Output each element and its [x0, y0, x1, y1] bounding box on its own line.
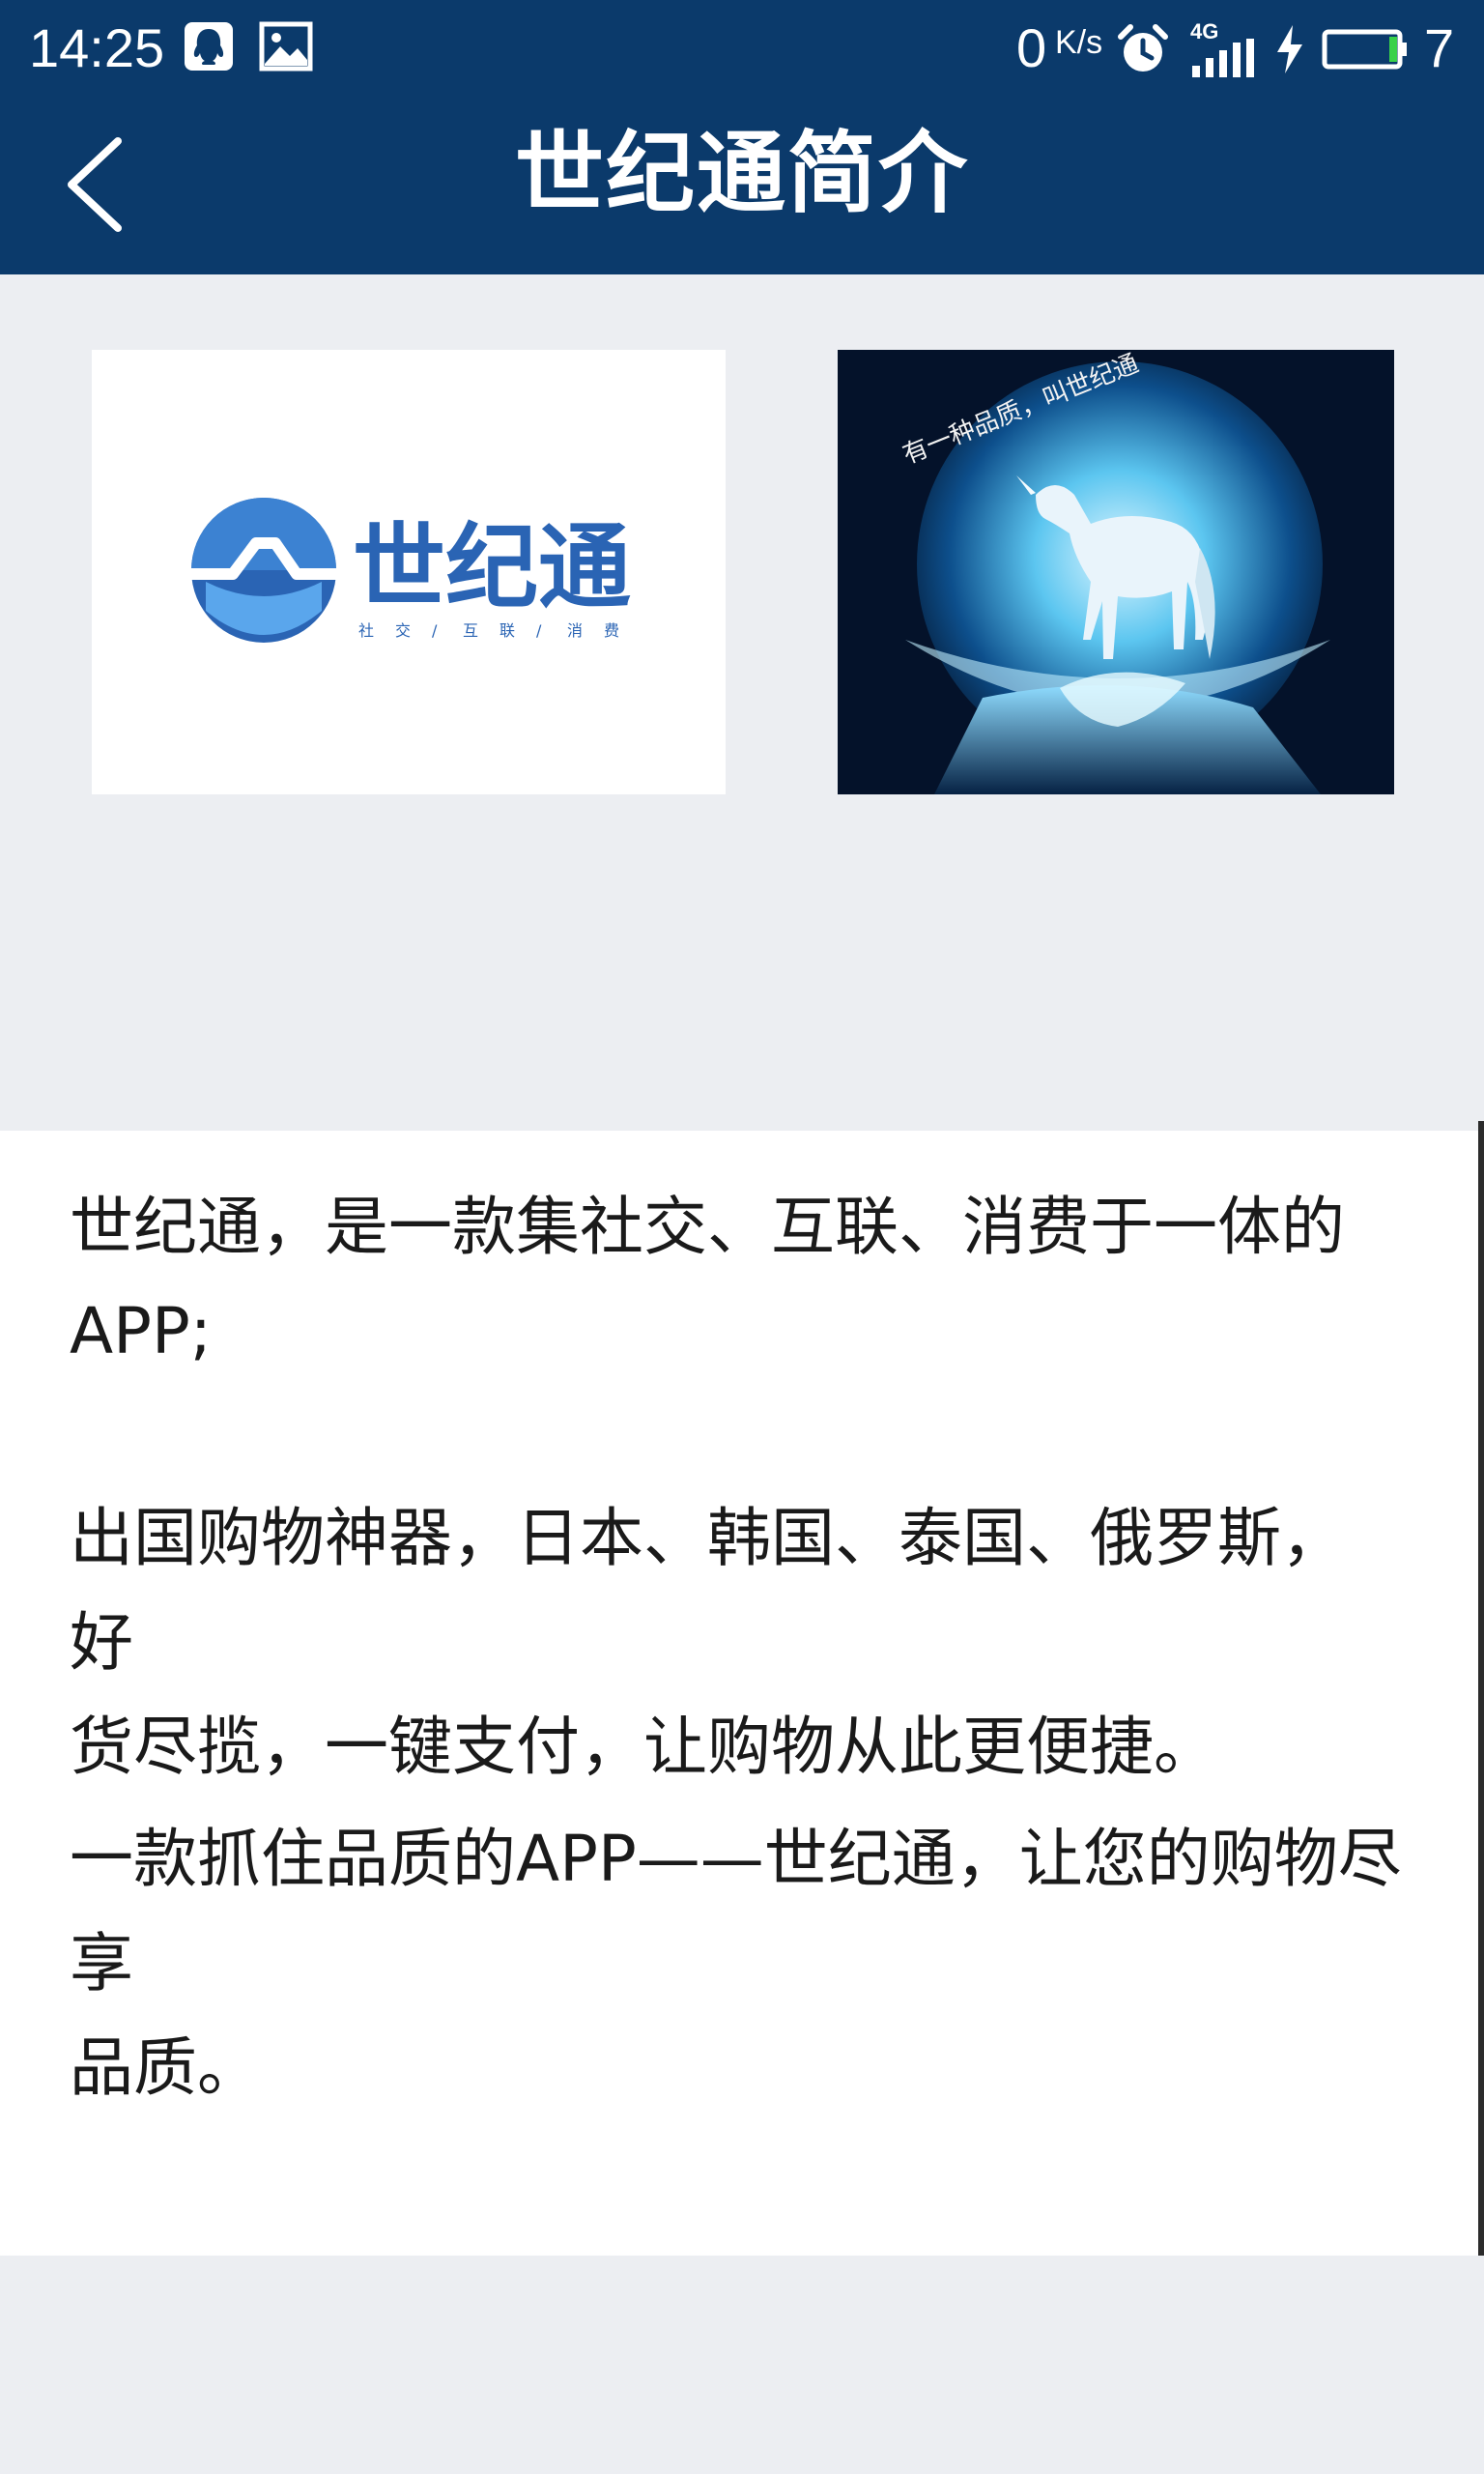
logo-tagline-char: 社	[358, 621, 374, 640]
alarm-icon	[1117, 23, 1169, 79]
brand-logo: 世纪通 社 交 / 互 联 / 消 费	[186, 498, 631, 643]
charging-icon	[1273, 23, 1306, 79]
battery-level: 7	[1424, 17, 1455, 78]
logo-tagline-char: /	[536, 621, 542, 640]
logo-tagline-char: 费	[604, 621, 619, 640]
intro-paragraph: 出国购物神器，日本、韩国、泰国、俄罗斯，好 货尽揽，一键支付，让购物从此更便捷。	[70, 1486, 1403, 1799]
intro-line: 一款抓住品质的APP——世纪通，让您的购物尽享	[70, 1822, 1402, 2000]
promo-image: 有一种品质，叫世纪通	[838, 350, 1394, 794]
net-speed-unit: K/s	[1055, 24, 1103, 61]
unicorn-picture: 有一种品质，叫世纪通	[838, 350, 1394, 794]
intro-paragraph: 世纪通，是一款集社交、互联、消费于一体的 APP;	[70, 1175, 1403, 1384]
page-title: 世纪通简介	[514, 122, 969, 225]
logo-tagline-char: 消	[567, 621, 583, 640]
qq-icon	[184, 21, 234, 75]
intro-line: 出国购物神器，日本、韩国、泰国、俄罗斯，好	[70, 1501, 1345, 1680]
logo-tagline-char: /	[432, 621, 438, 640]
net-speed: 0	[1016, 17, 1047, 78]
logo-brand-text: 世纪通	[353, 513, 631, 621]
signal-icon	[1190, 39, 1258, 81]
intro-line: 世纪通，是一款集社交、互联、消费于一体的	[70, 1190, 1345, 1264]
logo-tagline-char: 联	[499, 621, 515, 640]
logo-tagline-char: 互	[463, 621, 478, 640]
intro-line: 货尽揽，一键支付，让购物从此更便捷。	[70, 1710, 1217, 1784]
status-time: 14:25	[29, 17, 165, 78]
logo-tagline-char: 交	[395, 621, 411, 640]
intro-paragraph: 一款抓住品质的APP——世纪通，让您的购物尽享 品质。	[70, 1807, 1403, 2120]
image-icon	[259, 21, 313, 75]
scrollbar[interactable]	[1478, 1121, 1484, 2256]
battery-icon	[1322, 29, 1409, 73]
intro-line: 品质。	[70, 2030, 261, 2105]
intro-line: APP;	[70, 1294, 212, 1368]
brand-logo-image: 世纪通 社 交 / 互 联 / 消 费	[92, 350, 726, 794]
intro-card: 世纪通，是一款集社交、互联、消费于一体的 APP; 出国购物神器，日本、韩国、泰…	[0, 1131, 1478, 2256]
status-bar: 14:25 0 K/s 4G 7	[0, 0, 1484, 97]
navigation-bar: 世纪通简介	[0, 97, 1484, 274]
